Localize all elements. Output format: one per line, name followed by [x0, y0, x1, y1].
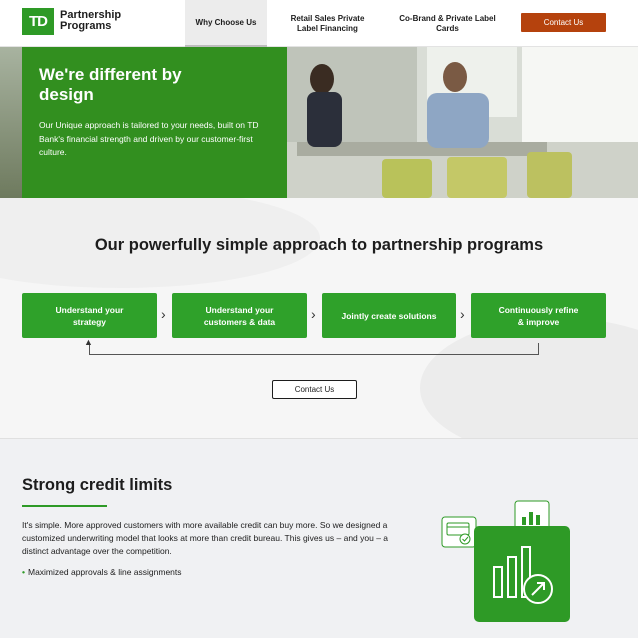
- approach-title: Our powerfully simple approach to partne…: [94, 236, 544, 254]
- credit-bullet-item: • Maximized approvals & line assignments: [22, 567, 182, 577]
- approach-contact-button[interactable]: Contact Us: [272, 380, 357, 399]
- site-header: TD Partnership Programs Why Choose Us Re…: [0, 0, 638, 47]
- hero-description: Our Unique approach is tailored to your …: [39, 120, 259, 157]
- chevron-right-icon: ›: [161, 306, 166, 322]
- approach-section: Our powerfully simple approach to partne…: [0, 198, 638, 438]
- hero-section: We're different by design Our Unique app…: [0, 47, 638, 198]
- bar-chart-growth-icon: [474, 526, 570, 622]
- step-understand-strategy: Understand your strategy: [22, 293, 157, 338]
- header-contact-button[interactable]: Contact Us: [521, 13, 606, 32]
- credit-description: It's simple. More approved customers wit…: [22, 520, 389, 556]
- brand-name[interactable]: Partnership Programs: [60, 10, 121, 32]
- step-understand-customers: Understand your customers & data: [172, 293, 307, 338]
- title-underline: [22, 505, 107, 507]
- bullet-dot-icon: •: [22, 567, 25, 577]
- credit-card-icon: [441, 516, 477, 548]
- step-refine-improve: Continuously refine & improve: [471, 293, 606, 338]
- nav-why-choose-us[interactable]: Why Choose Us: [185, 0, 267, 47]
- nav-label: Retail Sales Private Label Financing: [290, 13, 365, 33]
- hero-title: We're different by design: [39, 65, 182, 104]
- hero-card: We're different by design Our Unique app…: [22, 47, 287, 198]
- credit-title: Strong credit limits: [22, 476, 173, 494]
- nav-co-brand-cards[interactable]: Co-Brand & Private Label Cards: [390, 0, 505, 47]
- step-create-solutions: Jointly create solutions: [322, 293, 456, 338]
- chevron-right-icon: ›: [311, 306, 316, 322]
- arrow-up-icon: ▲: [84, 337, 93, 347]
- loop-back-line: [89, 343, 539, 355]
- credit-growth-illustration: [441, 500, 570, 622]
- nav-label: Why Choose Us: [195, 17, 257, 27]
- td-logo[interactable]: TD: [22, 8, 54, 35]
- nav-retail-sales-financing[interactable]: Retail Sales Private Label Financing: [280, 0, 375, 47]
- hero-office-photo: [287, 47, 638, 198]
- credit-section: Strong credit limits It's simple. More a…: [0, 438, 638, 638]
- brand-line-2: Programs: [60, 20, 112, 32]
- chevron-right-icon: ›: [460, 306, 465, 322]
- nav-label: Co-Brand & Private Label Cards: [399, 13, 496, 33]
